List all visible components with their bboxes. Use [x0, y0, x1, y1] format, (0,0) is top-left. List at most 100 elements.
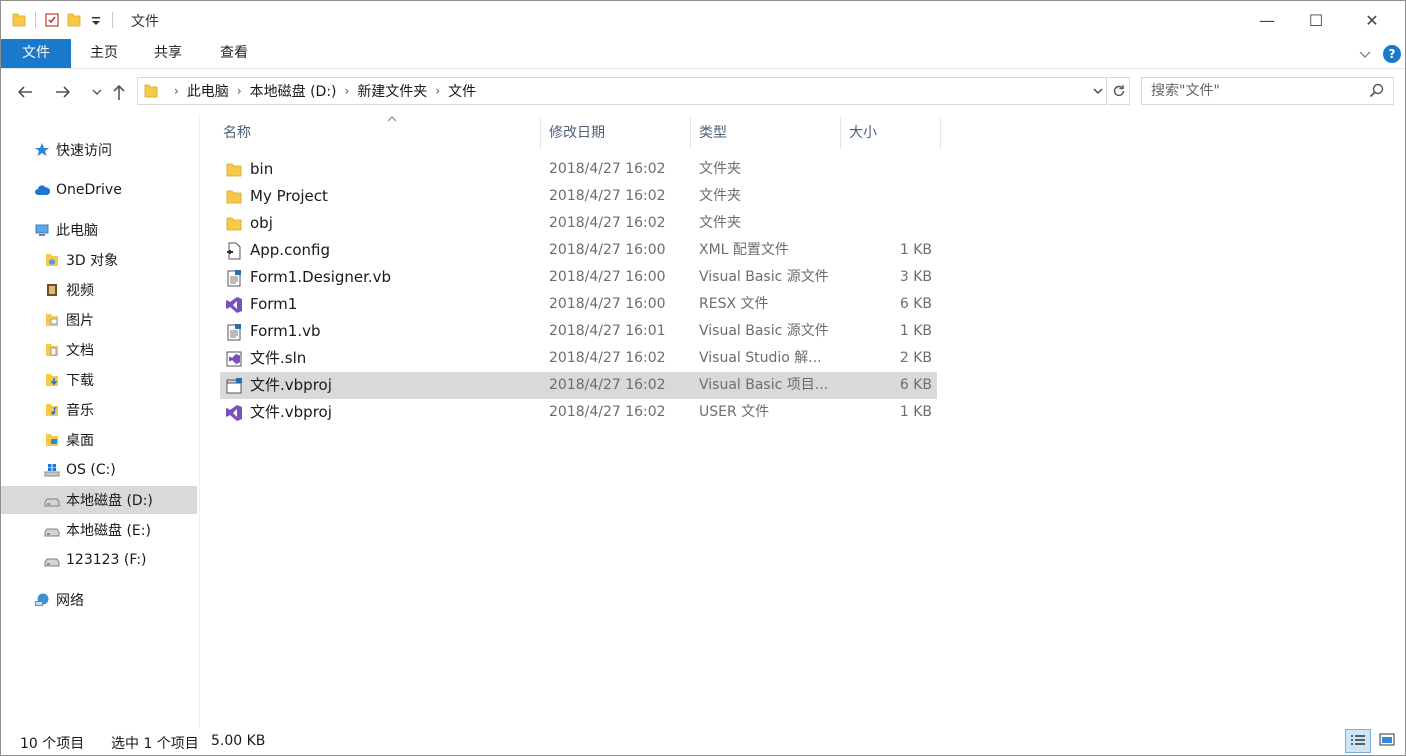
recent-locations-button[interactable] [85, 81, 109, 103]
file-type: 文件夹 [699, 161, 741, 177]
folder-icon [144, 83, 158, 99]
sidebar-item-label: 快速访问 [56, 143, 112, 159]
column-header-name[interactable]: 名称 [215, 116, 541, 149]
table-row[interactable]: App.config 2018/4/27 16:00 XML 配置文件 1 KB [220, 237, 937, 264]
table-row[interactable]: 文件.vbproj 2018/4/27 16:02 Visual Basic 项… [220, 372, 937, 399]
new-folder-icon[interactable] [66, 12, 82, 28]
sidebar-item-label: OneDrive [56, 182, 122, 198]
file-type: XML 配置文件 [699, 242, 789, 258]
music-icon [44, 402, 60, 418]
properties-icon[interactable] [44, 12, 60, 28]
breadcrumb-this-pc[interactable]: 此电脑 [187, 81, 229, 101]
vb-source-icon [225, 323, 243, 341]
minimize-button[interactable]: — [1244, 1, 1290, 39]
sidebar-item-drive-e[interactable]: 本地磁盘 (E:) [1, 516, 197, 544]
column-header-label: 名称 [223, 125, 251, 141]
details-view-icon [1351, 735, 1365, 745]
column-header-date[interactable]: 修改日期 [541, 117, 691, 149]
sidebar-item-documents[interactable]: 文档 [1, 336, 197, 364]
search-input[interactable] [1151, 82, 1361, 100]
selection-size: 5.00 KB [211, 733, 266, 749]
visual-studio-icon [225, 404, 243, 422]
sidebar-item-downloads[interactable]: 下载 [1, 366, 197, 394]
config-file-icon [225, 242, 243, 260]
quick-access-toolbar [11, 10, 121, 30]
table-row[interactable]: Form1.Designer.vb 2018/4/27 16:00 Visual… [220, 264, 937, 291]
sidebar-item-network[interactable]: 网络 [1, 586, 197, 614]
up-button[interactable] [107, 81, 131, 103]
sidebar-item-drive-d[interactable]: 本地磁盘 (D:) [1, 486, 197, 514]
sidebar-item-label: 此电脑 [56, 223, 98, 239]
tab-home[interactable]: 主页 [79, 39, 129, 68]
drive-icon [44, 522, 60, 538]
address-bar[interactable]: › 此电脑 › 本地磁盘 (D:) › 新建文件夹 › 文件 [137, 77, 1107, 105]
chevron-right-icon[interactable]: › [345, 84, 350, 98]
file-type: Visual Basic 项目... [699, 377, 829, 393]
expand-ribbon-icon[interactable] [1357, 46, 1373, 62]
sidebar-item-videos[interactable]: 视频 [1, 276, 197, 304]
folder-icon [225, 215, 243, 233]
maximize-button[interactable]: ☐ [1293, 1, 1339, 39]
title-bar: 文件 — ☐ ✕ [1, 1, 1405, 39]
sidebar-item-3d-objects[interactable]: 3D 对象 [1, 246, 197, 274]
selection-count: 选中 1 个项目 [111, 736, 199, 752]
sidebar-item-label: 本地磁盘 (D:) [66, 493, 153, 509]
sidebar-item-drive-f[interactable]: 123123 (F:) [1, 546, 197, 574]
search-box[interactable] [1141, 77, 1394, 105]
navigation-bar: › 此电脑 › 本地磁盘 (D:) › 新建文件夹 › 文件 [1, 69, 1405, 115]
tab-share[interactable]: 共享 [143, 39, 193, 68]
status-bar: 10 个项目 选中 1 个项目 5.00 KB [1, 729, 1405, 755]
file-size: 3 KB [899, 269, 932, 285]
breadcrumb-new-folder[interactable]: 新建文件夹 [357, 81, 427, 101]
sidebar-item-quick-access[interactable]: 快速访问 [1, 136, 197, 164]
file-size: 1 KB [899, 404, 932, 420]
large-icons-view-icon [1379, 733, 1395, 746]
table-row[interactable]: 文件.sln 2018/4/27 16:02 Visual Studio 解..… [220, 345, 937, 372]
back-button[interactable] [13, 81, 37, 103]
solution-file-icon [225, 350, 243, 368]
file-size: 2 KB [899, 350, 932, 366]
file-type: RESX 文件 [699, 296, 769, 312]
large-icons-view-button[interactable] [1375, 729, 1401, 753]
file-name: 文件.vbproj [250, 403, 332, 421]
customize-toolbar-dropdown-icon[interactable] [88, 12, 104, 28]
sidebar-item-onedrive[interactable]: OneDrive [1, 176, 197, 204]
tab-view[interactable]: 查看 [209, 39, 259, 68]
table-row[interactable]: bin 2018/4/27 16:02 文件夹 [220, 156, 937, 183]
help-button[interactable]: ? [1383, 45, 1401, 63]
sidebar-item-pictures[interactable]: 图片 [1, 306, 197, 334]
file-type: 文件夹 [699, 188, 741, 204]
address-history-dropdown[interactable] [1089, 81, 1107, 101]
details-view-button[interactable] [1345, 729, 1371, 753]
column-header-size[interactable]: 大小 [841, 117, 941, 149]
breadcrumb-current-folder[interactable]: 文件 [448, 81, 476, 101]
tab-file[interactable]: 文件 [1, 39, 71, 68]
close-button[interactable]: ✕ [1349, 1, 1395, 39]
file-size: 1 KB [899, 323, 932, 339]
refresh-button[interactable] [1108, 77, 1130, 105]
sidebar-item-drive-c[interactable]: OS (C:) [1, 456, 197, 484]
column-header-type[interactable]: 类型 [691, 117, 841, 149]
sidebar-item-music[interactable]: 音乐 [1, 396, 197, 424]
chevron-right-icon[interactable]: › [435, 84, 440, 98]
table-row[interactable]: Form1.vb 2018/4/27 16:01 Visual Basic 源文… [220, 318, 937, 345]
file-type: 文件夹 [699, 215, 741, 231]
table-row[interactable]: 文件.vbproj 2018/4/27 16:02 USER 文件 1 KB [220, 399, 937, 426]
refresh-icon [1113, 85, 1124, 97]
star-icon [34, 142, 50, 158]
file-name: Form1.vb [250, 322, 321, 340]
search-icon[interactable] [1368, 82, 1386, 100]
forward-button[interactable] [51, 81, 75, 103]
drive-icon [44, 492, 60, 508]
table-row[interactable]: Form1 2018/4/27 16:00 RESX 文件 6 KB [220, 291, 937, 318]
file-date: 2018/4/27 16:01 [549, 323, 666, 339]
breadcrumb-drive-d[interactable]: 本地磁盘 (D:) [250, 81, 337, 101]
table-row[interactable]: My Project 2018/4/27 16:02 文件夹 [220, 183, 937, 210]
sidebar-item-desktop[interactable]: 桌面 [1, 426, 197, 454]
file-size [843, 210, 932, 237]
file-name: bin [250, 160, 274, 178]
chevron-right-icon[interactable]: › [237, 84, 242, 98]
table-row[interactable]: obj 2018/4/27 16:02 文件夹 [220, 210, 937, 237]
file-date: 2018/4/27 16:02 [549, 350, 666, 366]
sidebar-item-this-pc[interactable]: 此电脑 [1, 216, 197, 244]
